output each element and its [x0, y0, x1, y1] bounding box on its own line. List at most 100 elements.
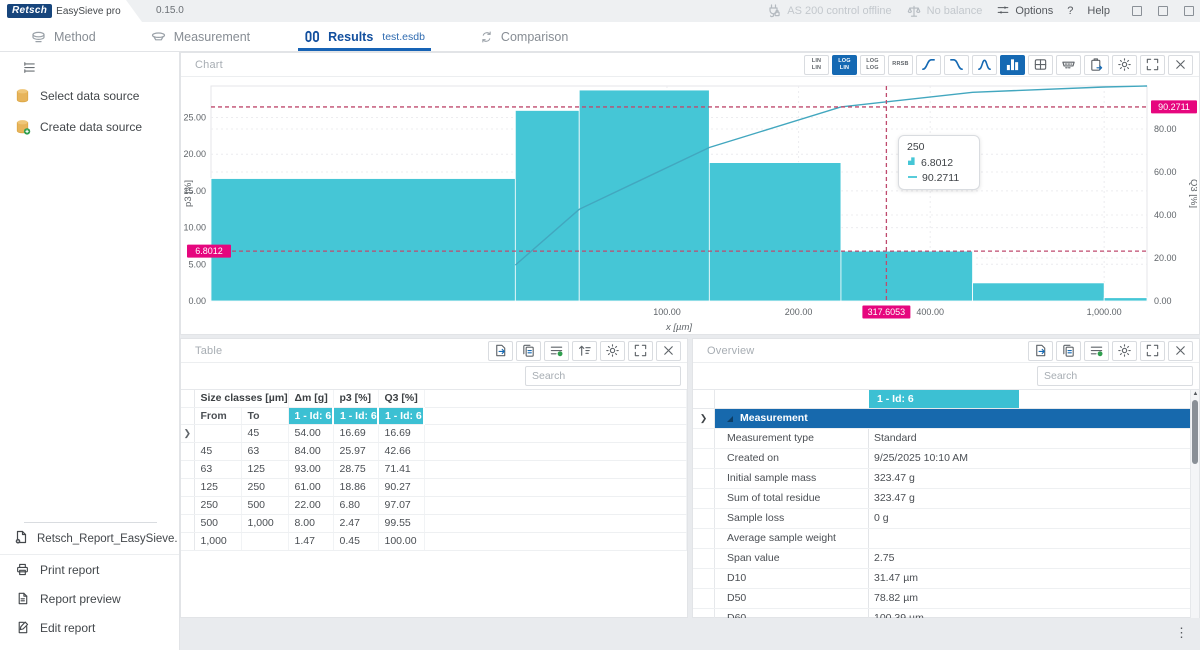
subheader-cell[interactable]: From [194, 407, 241, 424]
table-row[interactable]: 6312593.0028.7571.41 [181, 460, 687, 478]
export-button[interactable] [488, 341, 513, 361]
table-cell[interactable]: 93.00 [288, 460, 333, 478]
inverse-curve-button[interactable] [944, 55, 969, 75]
grid-view-button[interactable] [1028, 55, 1053, 75]
series-header-cell[interactable]: 1 - Id: 6 [869, 390, 1019, 408]
table-cell[interactable]: 54.00 [288, 424, 333, 442]
rrsb-button[interactable]: RRSB [888, 55, 913, 75]
table-cell[interactable]: 250 [194, 496, 241, 514]
close-button[interactable] [656, 341, 681, 361]
table-cell[interactable]: 90.27 [378, 478, 424, 496]
kebab-menu-icon[interactable]: ⋮ [1175, 626, 1188, 639]
quick-help-button[interactable]: ? [1067, 5, 1073, 17]
export-button[interactable] [1028, 341, 1053, 361]
sieve-view-button[interactable] [1056, 55, 1081, 75]
table-cell[interactable]: 22.00 [288, 496, 333, 514]
table-cell[interactable]: 18.86 [333, 478, 378, 496]
table-row[interactable]: 1,000 1.470.45100.00 [181, 532, 687, 550]
density-curve-button[interactable] [972, 55, 997, 75]
table-cell[interactable]: 1.47 [288, 532, 333, 550]
table-cell[interactable]: 84.00 [288, 442, 333, 460]
create-data-source-button[interactable]: Create data source [0, 111, 179, 142]
help-button[interactable]: Help [1087, 5, 1110, 17]
table-cell[interactable]: 8.00 [288, 514, 333, 532]
copy-button[interactable] [516, 341, 541, 361]
table-cell[interactable]: 97.07 [378, 496, 424, 514]
row-options-button[interactable] [1084, 341, 1109, 361]
chart-area[interactable]: 0.005.0010.0015.0020.0025.000.0020.0040.… [181, 77, 1199, 334]
histogram-button[interactable] [1000, 55, 1025, 75]
copy-button[interactable] [1056, 341, 1081, 361]
table-row[interactable]: 5001,0008.002.4799.55 [181, 514, 687, 532]
table-row[interactable]: 12525061.0018.8690.27 [181, 478, 687, 496]
copy-chart-button[interactable] [1084, 55, 1109, 75]
table-cell[interactable]: 125 [194, 478, 241, 496]
sort-button[interactable] [572, 341, 597, 361]
overview-row[interactable]: Span value2.75 [693, 549, 1199, 569]
fullscreen-button[interactable] [628, 341, 653, 361]
close-button[interactable] [1168, 55, 1193, 75]
report-preview-button[interactable]: Report preview [0, 584, 179, 613]
table-row[interactable]: 456384.0025.9742.66 [181, 442, 687, 460]
column-group-header[interactable]: Size classes [µm] [194, 390, 288, 407]
table-cell[interactable]: 100.00 [378, 532, 424, 550]
table-cell[interactable]: 99.55 [378, 514, 424, 532]
fullscreen-button[interactable] [1140, 341, 1165, 361]
row-options-button[interactable] [544, 341, 569, 361]
scroll-up-icon[interactable]: ▲ [1191, 391, 1200, 397]
fullscreen-button[interactable] [1140, 55, 1165, 75]
report-template-dropdown[interactable]: Retsch_Report_EasySieve. [0, 523, 179, 555]
table-cell[interactable]: 45 [194, 442, 241, 460]
series-header-cell[interactable]: 1 - Id: 6 [378, 407, 424, 424]
tab-measurement[interactable]: Measurement [150, 22, 250, 51]
table-cell[interactable]: 42.66 [378, 442, 424, 460]
chart-settings-button[interactable] [1112, 55, 1137, 75]
overview-row[interactable]: D5078.82 µm [693, 589, 1199, 609]
device-status[interactable]: AS 200 control offline [765, 3, 891, 19]
balance-status[interactable]: No balance [906, 4, 983, 19]
maximize-button[interactable] [1158, 6, 1168, 16]
table-cell[interactable]: 71.41 [378, 460, 424, 478]
tab-method[interactable]: Method [30, 22, 96, 51]
overview-row[interactable]: D1031.47 µm [693, 569, 1199, 589]
table-cell[interactable]: 61.00 [288, 478, 333, 496]
overview-row[interactable]: Sample loss0 g [693, 509, 1199, 529]
table-cell[interactable]: 63 [194, 460, 241, 478]
overview-row[interactable]: Measurement typeStandard [693, 429, 1199, 449]
overview-search-input[interactable] [1037, 366, 1193, 386]
column-group-header[interactable]: Q3 [%] [378, 390, 424, 407]
tab-comparison[interactable]: Comparison [479, 22, 568, 51]
chart-svg[interactable]: 0.005.0010.0015.0020.0025.000.0020.0040.… [181, 77, 1197, 334]
overview-row[interactable]: Created on9/25/2025 10:10 AM [693, 449, 1199, 469]
log-log-button[interactable]: LOGLOG [860, 55, 885, 75]
options-button[interactable]: Options [996, 3, 1053, 20]
table-cell[interactable]: 500 [241, 496, 288, 514]
table-cell[interactable]: 16.69 [333, 424, 378, 442]
select-data-source-button[interactable]: Select data source [0, 80, 179, 111]
table-cell[interactable]: 28.75 [333, 460, 378, 478]
table-cell[interactable]: 16.69 [378, 424, 424, 442]
close-window-button[interactable] [1184, 6, 1194, 16]
table-cell[interactable]: 25.97 [333, 442, 378, 460]
table-search-input[interactable] [525, 366, 681, 386]
table-cell[interactable] [241, 532, 288, 550]
column-group-header[interactable]: Δm [g] [288, 390, 333, 407]
column-group-header[interactable]: p3 [%] [333, 390, 378, 407]
sidebar-menu-icon[interactable] [22, 60, 37, 80]
table-cell[interactable]: 63 [241, 442, 288, 460]
print-report-button[interactable]: Print report [0, 555, 179, 584]
settings-button[interactable] [600, 341, 625, 361]
table-cell[interactable]: 2.47 [333, 514, 378, 532]
table-cell[interactable]: 125 [241, 460, 288, 478]
table-row[interactable]: ❯4554.0016.6916.69 [181, 424, 687, 442]
table-cell[interactable]: 0.45 [333, 532, 378, 550]
scrollbar-thumb[interactable] [1192, 400, 1198, 464]
series-header-cell[interactable]: 1 - Id: 6 [333, 407, 378, 424]
table-cell[interactable]: 45 [241, 424, 288, 442]
table-cell[interactable]: 6.80 [333, 496, 378, 514]
subheader-cell[interactable]: To [241, 407, 288, 424]
overview-row[interactable]: Initial sample mass323.47 g [693, 469, 1199, 489]
table-cell[interactable]: 1,000 [194, 532, 241, 550]
overview-row[interactable]: Average sample weight [693, 529, 1199, 549]
table-cell[interactable] [194, 424, 241, 442]
